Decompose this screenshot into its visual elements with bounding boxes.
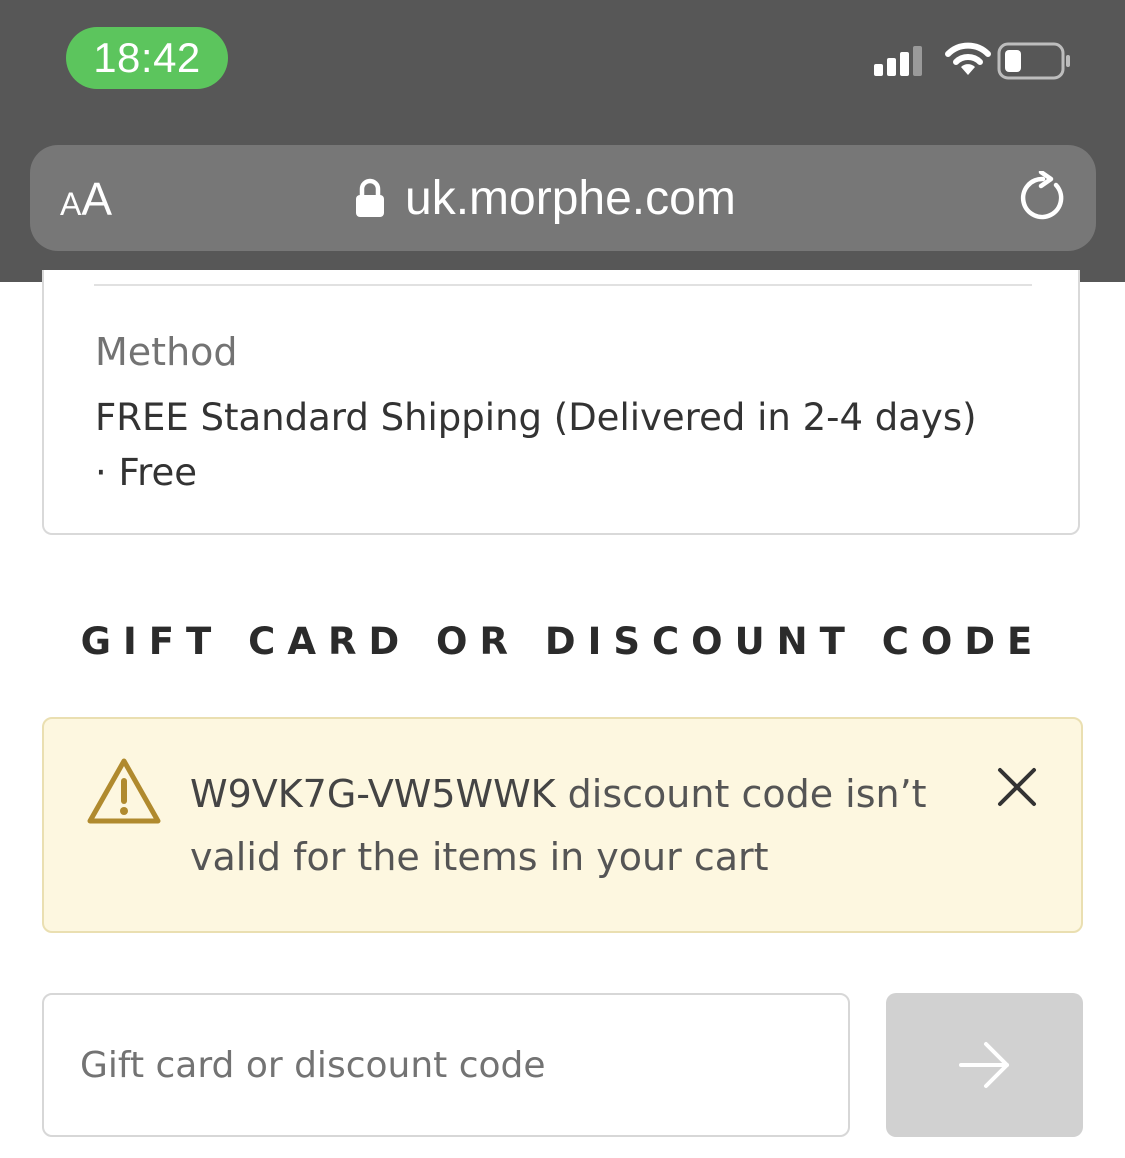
browser-chrome: 18:42 AA uk.morphe.com (0, 0, 1125, 282)
discount-code-input[interactable] (42, 993, 850, 1137)
warning-triangle-icon (87, 758, 161, 824)
discount-section-heading: GIFT CARD OR DISCOUNT CODE (80, 620, 1045, 663)
card-divider (94, 284, 1032, 286)
alert-message: W9VK7G-VW5WWK discount code isn’t valid … (190, 763, 950, 889)
method-label: Method (95, 330, 238, 374)
url-bar[interactable]: AA uk.morphe.com (30, 145, 1096, 251)
url-text: uk.morphe.com (405, 171, 736, 225)
alert-discount-code: W9VK7G-VW5WWK (190, 772, 556, 816)
method-name: FREE Standard Shipping (Delivered in 2-4… (95, 396, 977, 439)
invalid-discount-alert: W9VK7G-VW5WWK discount code isn’t valid … (42, 717, 1083, 933)
battery-low-icon (997, 42, 1070, 80)
wifi-icon (945, 42, 991, 75)
signal-bars-icon (874, 46, 922, 76)
text-size-small-label: A (60, 186, 82, 222)
text-size-large-label: A (81, 173, 113, 225)
text-size-button[interactable]: AA (60, 169, 140, 229)
apply-discount-button[interactable] (886, 993, 1083, 1137)
close-icon[interactable] (997, 767, 1037, 807)
status-time: 18:42 (66, 27, 228, 89)
method-price: Free (118, 451, 198, 494)
reload-icon[interactable] (1016, 171, 1070, 225)
method-value: FREE Standard Shipping (Delivered in 2-4… (95, 390, 995, 500)
url-display[interactable]: uk.morphe.com (355, 165, 736, 231)
method-separator: · (95, 451, 119, 494)
lock-icon (356, 178, 384, 217)
arrow-right-icon (958, 1042, 1009, 1088)
shipping-method-card: Method FREE Standard Shipping (Delivered… (42, 270, 1080, 535)
